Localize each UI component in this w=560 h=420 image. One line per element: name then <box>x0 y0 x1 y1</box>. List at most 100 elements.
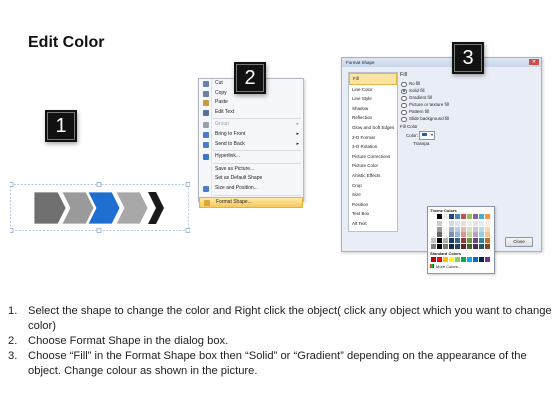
color-swatch[interactable] <box>461 244 466 249</box>
category-reflection[interactable]: Reflection <box>349 113 397 123</box>
selection-handle[interactable] <box>96 228 102 233</box>
arrow-shapes-diagram[interactable] <box>10 180 190 236</box>
color-swatch[interactable] <box>455 244 460 249</box>
color-swatch[interactable] <box>449 214 454 219</box>
fill-option-radio[interactable]: Gradient fill <box>400 94 536 101</box>
radio-button[interactable] <box>401 116 407 122</box>
standard-color-swatch[interactable] <box>479 257 484 262</box>
category-picture-corrections[interactable]: Picture Corrections <box>349 152 397 162</box>
color-swatch[interactable] <box>455 226 460 232</box>
color-swatch[interactable] <box>443 214 448 219</box>
color-swatch[interactable] <box>473 238 478 244</box>
category-position[interactable]: Position <box>349 200 397 210</box>
color-swatch[interactable] <box>473 214 478 219</box>
chevron-shape[interactable] <box>115 191 149 225</box>
menu-item-size-and-position[interactable]: Size and Position... <box>199 184 303 194</box>
color-swatch[interactable] <box>467 226 472 232</box>
color-swatch[interactable] <box>443 238 448 244</box>
color-swatch[interactable] <box>455 220 460 226</box>
color-swatch[interactable] <box>449 226 454 232</box>
fill-option-radio[interactable]: No fill <box>400 80 536 87</box>
color-swatch[interactable] <box>443 220 448 226</box>
menu-item-edit-text[interactable]: Edit Text <box>199 108 303 118</box>
color-swatch[interactable] <box>449 244 454 249</box>
standard-color-swatch[interactable] <box>455 257 460 262</box>
category-3-d-format[interactable]: 3-D Format <box>349 133 397 143</box>
category-crop[interactable]: Crop <box>349 181 397 191</box>
standard-color-swatch[interactable] <box>473 257 478 262</box>
menu-item-hyperlink[interactable]: Hyperlink... <box>199 152 303 162</box>
category-fill[interactable]: Fill <box>349 73 397 85</box>
color-swatch[interactable] <box>479 244 484 249</box>
color-swatch[interactable] <box>461 232 466 238</box>
color-swatch[interactable] <box>467 238 472 244</box>
menu-item-send-to-back[interactable]: Send to Back ▸ <box>199 140 303 150</box>
chevron-shape[interactable] <box>61 191 95 225</box>
standard-color-swatch[interactable] <box>443 257 448 262</box>
color-swatch[interactable] <box>443 232 448 238</box>
fill-option-radio[interactable]: Pattern fill <box>400 108 536 115</box>
color-swatch[interactable] <box>455 232 460 238</box>
color-picker-button[interactable]: ▾ <box>419 131 435 140</box>
color-swatch[interactable] <box>485 238 490 244</box>
selection-handle[interactable] <box>96 182 102 187</box>
color-swatch[interactable] <box>485 232 490 238</box>
color-swatch[interactable] <box>455 238 460 244</box>
fill-option-radio[interactable]: Slide background fill <box>400 115 536 122</box>
category-glow-and-soft-edges[interactable]: Glow and Soft Edges <box>349 123 397 133</box>
color-swatch[interactable] <box>479 232 484 238</box>
category-line-color[interactable]: Line Color <box>349 85 397 95</box>
color-swatch[interactable] <box>485 226 490 232</box>
color-swatch[interactable] <box>431 214 436 219</box>
category-shadow[interactable]: Shadow <box>349 104 397 114</box>
color-swatch[interactable] <box>473 232 478 238</box>
standard-color-swatch[interactable] <box>485 257 490 262</box>
standard-color-swatch[interactable] <box>437 257 442 262</box>
color-swatch[interactable] <box>467 232 472 238</box>
color-swatch[interactable] <box>467 220 472 226</box>
menu-item-bring-to-front[interactable]: Bring to Front ▸ <box>199 130 303 140</box>
color-swatch[interactable] <box>449 232 454 238</box>
category-picture-color[interactable]: Picture Color <box>349 161 397 171</box>
color-swatch[interactable] <box>449 238 454 244</box>
menu-item-group[interactable]: Group ▸ <box>199 120 303 130</box>
standard-color-swatch[interactable] <box>431 257 436 262</box>
color-swatch[interactable] <box>431 232 436 238</box>
color-swatch[interactable] <box>461 238 466 244</box>
category-line-style[interactable]: Line Style <box>349 94 397 104</box>
close-button[interactable]: Close <box>505 237 533 247</box>
standard-color-swatch[interactable] <box>449 257 454 262</box>
color-swatch[interactable] <box>437 244 442 249</box>
fill-option-radio[interactable]: Picture or texture fill <box>400 101 536 108</box>
color-swatch[interactable] <box>485 220 490 226</box>
color-swatch[interactable] <box>461 226 466 232</box>
color-swatch[interactable] <box>461 220 466 226</box>
standard-color-swatch[interactable] <box>461 257 466 262</box>
category-text-box[interactable]: Text Box <box>349 209 397 219</box>
color-swatch[interactable] <box>437 226 442 232</box>
category-3-d-rotation[interactable]: 3-D Rotation <box>349 142 397 152</box>
selection-handle[interactable] <box>10 228 14 233</box>
color-swatch[interactable] <box>473 220 478 226</box>
category-artistic-effects[interactable]: Artistic Effects <box>349 171 397 181</box>
color-swatch[interactable] <box>473 244 478 249</box>
selection-handle[interactable] <box>10 182 14 187</box>
color-swatch[interactable] <box>473 226 478 232</box>
color-swatch[interactable] <box>467 244 472 249</box>
color-swatch[interactable] <box>485 214 490 219</box>
color-swatch[interactable] <box>443 244 448 249</box>
menu-item-save-as-picture[interactable]: Save as Picture... <box>199 165 303 175</box>
fill-option-radio[interactable]: Solid fill <box>400 87 536 94</box>
category-size[interactable]: Size <box>349 190 397 200</box>
category-alt-text[interactable]: Alt Text <box>349 219 397 229</box>
close-icon[interactable]: ✕ <box>529 59 539 65</box>
color-swatch[interactable] <box>443 226 448 232</box>
chevron-shape[interactable] <box>33 191 67 225</box>
end-arrow-shape[interactable] <box>148 192 164 224</box>
more-colors-link[interactable]: More Colors... <box>436 264 461 269</box>
menu-item-format-shape[interactable]: Format Shape... <box>199 196 303 209</box>
color-swatch[interactable] <box>431 244 436 249</box>
color-swatch[interactable] <box>485 244 490 249</box>
menu-item-paste[interactable]: Paste <box>199 98 303 108</box>
color-swatch[interactable] <box>437 238 442 244</box>
